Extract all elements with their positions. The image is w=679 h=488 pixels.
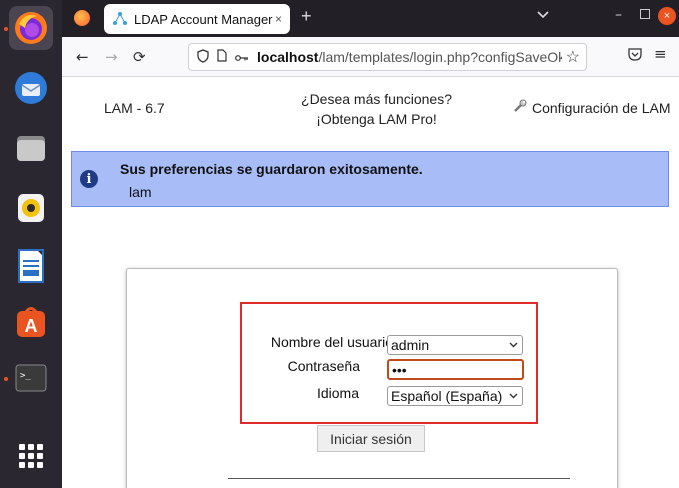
chevron-down-icon [509,391,518,401]
folder-icon [17,136,45,161]
new-tab-button[interactable]: + [301,6,312,27]
thunderbird-launcher[interactable] [9,66,53,110]
tab-ldap-account-manager[interactable]: LDAP Account Manager × [104,4,290,34]
key-icon[interactable] [235,50,249,65]
lam-favicon-icon [113,12,127,25]
window-close-icon[interactable]: × [658,7,676,25]
url-path: /lam/templates/login.php?configSaveOk [318,49,566,65]
wrench-icon [513,99,527,116]
list-tabs-chevron-icon[interactable] [537,8,549,22]
username-label: Nombre del usuario [270,334,393,350]
config-link-label: Configuración de LAM [532,99,671,116]
pocket-icon[interactable] [628,48,642,65]
thunderbird-icon [15,72,47,104]
running-indicator [4,27,8,31]
svg-text:A: A [25,316,38,336]
minimize-icon[interactable]: – [615,7,622,23]
browser-tab-bar: LDAP Account Manager × + – × [62,0,679,37]
url-host: localhost [257,49,319,65]
success-message: i Sus preferencias se guardaron exitosam… [71,151,669,207]
document-icon [18,249,44,283]
page-icon[interactable] [217,49,227,65]
password-input[interactable]: ••• [387,359,524,380]
reload-icon[interactable]: ⟳ [133,48,146,66]
pro-promo-link[interactable]: ¿Desea más funciones? ¡Obtenga LAM Pro! [274,89,479,129]
address-bar[interactable]: localhost/lam/templates/login.php?config… [188,43,587,71]
app-center-launcher[interactable]: A [9,300,53,344]
ubuntu-dock: A >_ [0,0,62,488]
firefox-launcher[interactable] [9,6,53,50]
language-value: Español (España) [391,388,503,404]
info-icon: i [80,170,98,188]
bookmark-star-icon[interactable]: ☆ [561,47,580,67]
firefox-view-icon[interactable] [74,10,90,26]
page-content: LAM - 6.7 ¿Desea más funciones? ¡Obtenga… [62,77,679,488]
running-indicator [4,377,8,381]
promo-line-1: ¿Desea más funciones? [301,91,452,107]
alert-title: Sus preferencias se guardaron exitosamen… [120,161,423,177]
language-label: Idioma [316,385,359,401]
password-label: Contraseña [287,358,360,374]
language-select[interactable]: Español (España) [387,386,523,406]
svg-text:>_: >_ [20,371,31,381]
firefox-icon [15,12,47,44]
divider [228,478,570,479]
back-arrow-icon[interactable]: ← [76,48,89,66]
rhythmbox-launcher[interactable] [9,186,53,230]
lam-configuration-link[interactable]: Configuración de LAM [513,99,671,116]
promo-line-2: ¡Obtenga LAM Pro! [316,111,437,127]
username-value: admin [391,337,430,353]
maximize-icon[interactable] [640,9,650,19]
terminal-icon: >_ [15,364,47,392]
password-value: ••• [392,361,407,378]
tab-title: LDAP Account Manager [134,11,273,27]
hamburger-menu-icon[interactable]: ≡ [654,45,667,63]
version-label: LAM - 6.7 [104,100,165,116]
terminal-launcher[interactable]: >_ [9,356,53,400]
browser-nav-bar: ← → ⟳ localhost/lam/templates/login.php?… [62,37,679,77]
forward-arrow-icon[interactable]: → [105,48,118,66]
show-apps-button[interactable] [19,444,43,468]
login-button[interactable]: Iniciar sesión [317,425,425,452]
username-select[interactable]: admin [387,335,523,355]
login-form: Nombre del usuario admin Contraseña ••• … [126,268,618,488]
chevron-down-icon [509,340,518,350]
libreoffice-writer-launcher[interactable] [9,244,53,288]
files-launcher[interactable] [9,126,53,170]
app-store-icon: A [17,307,45,337]
tab-close-icon[interactable]: × [275,12,282,26]
speaker-icon [18,194,44,222]
alert-text: lam [129,184,152,200]
shield-icon[interactable] [197,48,209,66]
